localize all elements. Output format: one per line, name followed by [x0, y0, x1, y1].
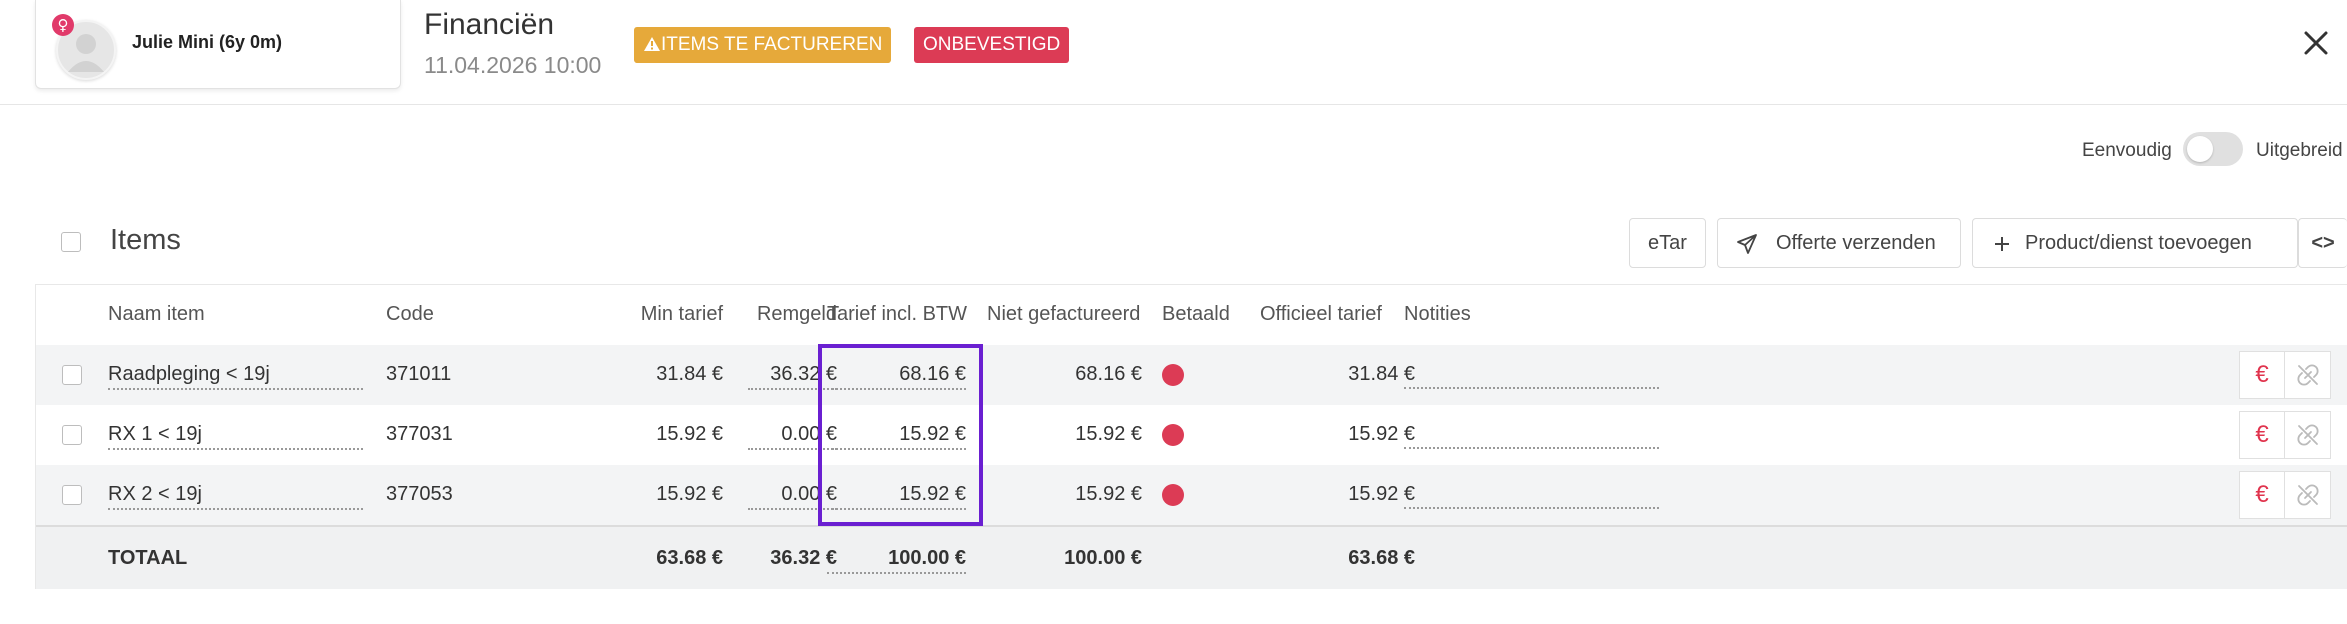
- row-checkbox[interactable]: [62, 365, 82, 385]
- toggle-label-extended: Uitgebreid: [2256, 140, 2343, 161]
- item-name[interactable]: RX 1 < 19j: [108, 423, 363, 450]
- item-min-tarief: 15.92 €: [656, 483, 723, 505]
- item-name[interactable]: Raadpleging < 19j: [108, 363, 363, 390]
- table-header: Naam item Code Min tarief Remgeld Tarief…: [36, 285, 2347, 346]
- unpaid-status-dot: [1162, 484, 1184, 506]
- unlink-button[interactable]: [2285, 411, 2331, 459]
- send-quote-button[interactable]: Offerte verzenden: [1717, 218, 1961, 268]
- item-tarief-incl-btw[interactable]: 15.92 €: [827, 483, 966, 510]
- col-header-niet-gefactureerd[interactable]: Niet gefactureerd: [987, 303, 1140, 326]
- item-notes[interactable]: [1404, 363, 1659, 389]
- switch-knob: [2187, 136, 2213, 162]
- table-row[interactable]: RX 1 < 19j 377031 15.92 € 0.00 € 15.92 €…: [36, 405, 2347, 465]
- col-header-name[interactable]: Naam item: [108, 303, 205, 326]
- row-checkbox[interactable]: [62, 425, 82, 445]
- etar-button-label: eTar: [1648, 232, 1687, 254]
- euro-icon[interactable]: €: [2239, 471, 2285, 519]
- code-view-button[interactable]: <>: [2298, 218, 2347, 268]
- items-table: Naam item Code Min tarief Remgeld Tarief…: [35, 284, 2347, 589]
- item-niet-gefactureerd: 15.92 €: [1075, 423, 1142, 445]
- add-product-label: Product/dienst toevoegen: [2025, 232, 2252, 254]
- col-header-min-tarief[interactable]: Min tarief: [596, 303, 723, 326]
- item-code: 377053: [386, 483, 453, 505]
- col-header-remgeld[interactable]: Remgeld: [726, 303, 837, 326]
- total-row: TOTAAL 63.68 € 36.32 € 100.00 € 100.00 €…: [36, 527, 2347, 589]
- total-officieel-tarief: 63.68 €: [1348, 547, 1415, 569]
- total-min-tarief: 63.68 €: [656, 547, 723, 569]
- item-name[interactable]: RX 2 < 19j: [108, 483, 363, 510]
- item-officieel-tarief: 15.92 €: [1348, 483, 1415, 505]
- col-header-officieel-tarief[interactable]: Officieel tarief: [1260, 303, 1382, 326]
- items-title: Items: [110, 224, 181, 256]
- item-tarief-incl-btw[interactable]: 68.16 €: [827, 363, 966, 390]
- unlink-icon: [2296, 484, 2319, 506]
- item-remgeld[interactable]: 36.32 €: [748, 363, 837, 390]
- unlink-button[interactable]: [2285, 351, 2331, 399]
- toggle-label-simple: Eenvoudig: [2082, 140, 2172, 161]
- col-header-betaald[interactable]: Betaald: [1162, 303, 1230, 326]
- euro-icon[interactable]: €: [2239, 411, 2285, 459]
- item-officieel-tarief: 15.92 €: [1348, 423, 1415, 445]
- etar-button[interactable]: eTar: [1629, 218, 1706, 268]
- items-to-invoice-label: ITEMS TE FACTUREREN: [661, 34, 883, 55]
- plus-icon: [1995, 237, 2009, 251]
- row-checkbox[interactable]: [62, 485, 82, 505]
- item-min-tarief: 15.92 €: [656, 423, 723, 445]
- total-niet-gefactureerd: 100.00 €: [1064, 547, 1142, 569]
- item-code: 377031: [386, 423, 453, 445]
- unlink-icon: [2296, 364, 2319, 386]
- unlink-button[interactable]: [2285, 471, 2331, 519]
- close-button[interactable]: [2302, 29, 2330, 57]
- total-tarief-incl-btw: 100.00 €: [827, 547, 966, 574]
- unlink-icon: [2296, 424, 2319, 446]
- send-icon: [1737, 234, 1757, 254]
- item-tarief-incl-btw[interactable]: 15.92 €: [827, 423, 966, 450]
- item-min-tarief: 31.84 €: [656, 363, 723, 385]
- item-niet-gefactureerd: 15.92 €: [1075, 483, 1142, 505]
- total-label: TOTAAL: [108, 547, 188, 569]
- view-mode-switch[interactable]: [2183, 132, 2243, 166]
- header-bar: ♀ Julie Mini (6y 0m) Financiën 11.04.202…: [0, 0, 2347, 105]
- item-officieel-tarief: 31.84 €: [1348, 363, 1415, 385]
- patient-name: Julie Mini (6y 0m): [132, 32, 283, 52]
- page-title: Financiën: [424, 8, 555, 41]
- status-badge: ONBEVESTIGD: [914, 27, 1070, 63]
- euro-icon[interactable]: €: [2239, 351, 2285, 399]
- table-row[interactable]: Raadpleging < 19j 371011 31.84 € 36.32 €…: [36, 345, 2347, 405]
- unpaid-status-dot: [1162, 424, 1184, 446]
- item-code: 371011: [386, 363, 452, 385]
- item-notes[interactable]: [1404, 483, 1659, 509]
- col-header-code[interactable]: Code: [386, 303, 434, 326]
- select-all-checkbox[interactable]: [61, 232, 81, 252]
- female-icon: ♀: [52, 14, 74, 36]
- item-niet-gefactureerd: 68.16 €: [1075, 363, 1142, 385]
- table-row[interactable]: RX 2 < 19j 377053 15.92 € 0.00 € 15.92 €…: [36, 465, 2347, 527]
- unpaid-status-dot: [1162, 364, 1184, 386]
- close-icon[interactable]: [2302, 29, 2330, 57]
- add-product-button[interactable]: Product/dienst toevoegen: [1972, 218, 2298, 268]
- total-remgeld: 36.32 €: [770, 547, 837, 569]
- item-remgeld[interactable]: 0.00 €: [748, 423, 837, 450]
- patient-card[interactable]: ♀ Julie Mini (6y 0m): [35, 0, 401, 89]
- code-icon: <>: [2311, 232, 2335, 254]
- warning-icon: [644, 37, 660, 51]
- send-quote-label: Offerte verzenden: [1776, 232, 1936, 254]
- col-header-tarief-incl-btw[interactable]: Tarief incl. BTW: [827, 303, 967, 326]
- col-header-notities[interactable]: Notities: [1404, 303, 1471, 326]
- items-to-invoice-badge: ITEMS TE FACTUREREN: [634, 27, 892, 63]
- item-notes[interactable]: [1404, 423, 1659, 449]
- appointment-datetime: 11.04.2026 10:00: [424, 52, 602, 78]
- item-remgeld[interactable]: 0.00 €: [748, 483, 837, 510]
